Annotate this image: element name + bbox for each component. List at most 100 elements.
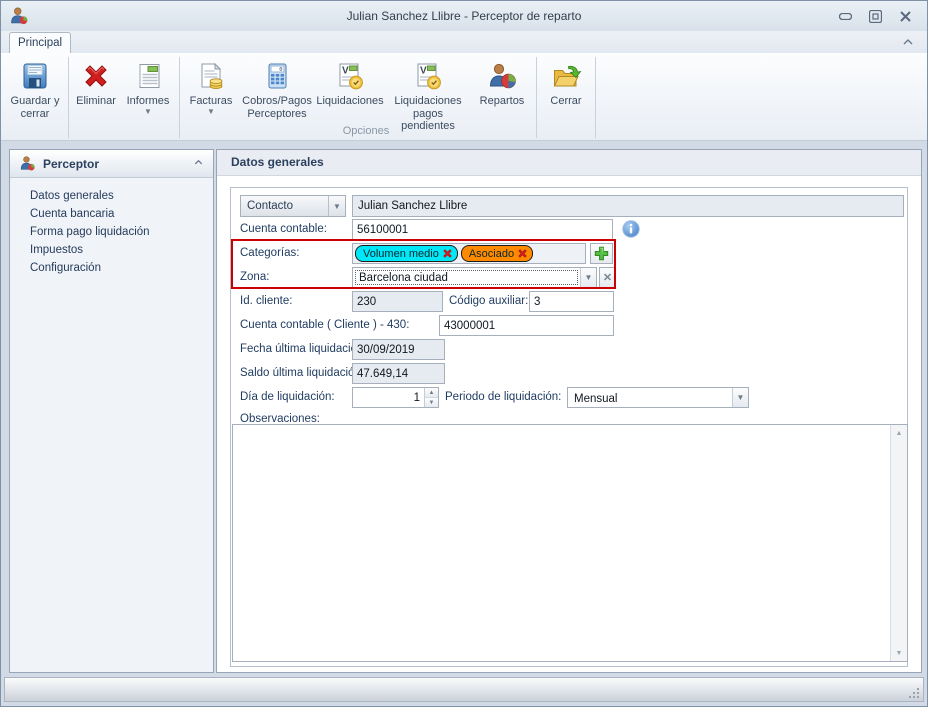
chevron-down-icon: ▼	[328, 196, 345, 216]
dia-liquidacion-spinner[interactable]: ▲ ▼	[352, 387, 439, 408]
remove-tag-icon[interactable]	[517, 248, 528, 259]
scroll-down-icon[interactable]: ▼	[891, 645, 907, 661]
sidebar-item-configuracion[interactable]: Configuración	[10, 259, 213, 277]
status-bar	[4, 677, 924, 702]
ribbon-group-divider	[68, 57, 69, 138]
collapse-chevron-icon[interactable]	[193, 157, 204, 171]
settlement-icon: V	[333, 59, 367, 93]
ribbon-button-label: Eliminar	[76, 95, 116, 108]
dropdown-arrow-icon: ▼	[144, 109, 152, 115]
codigo-auxiliar-input[interactable]	[529, 291, 614, 312]
ribbon-button-label: Repartos	[480, 95, 525, 108]
tag-asociado[interactable]: Asociado	[461, 245, 533, 262]
cuenta-contable-cliente-label: Cuenta contable ( Cliente ) - 430:	[240, 315, 409, 336]
zona-combobox[interactable]: Barcelona ciudad ▼	[352, 267, 597, 288]
plus-icon	[593, 245, 610, 262]
contacto-dropdown-button[interactable]: Contacto ▼	[240, 195, 346, 217]
sidebar-item-forma-pago-liquidacion[interactable]: Forma pago liquidación	[10, 223, 213, 241]
ribbon-button-label: Cobros/Pagos Perceptores	[239, 95, 315, 120]
reports-icon	[131, 59, 165, 93]
tab-principal[interactable]: Principal	[9, 32, 71, 53]
spin-down-icon[interactable]: ▼	[425, 397, 438, 407]
tag-label: Asociado	[469, 248, 514, 260]
ribbon-collapse-chevron-icon[interactable]	[901, 35, 915, 49]
periodo-liquidacion-combobox[interactable]: Mensual ▼	[567, 387, 749, 408]
observaciones-field: ▲ ▼	[232, 424, 908, 662]
codigo-auxiliar-label: Código auxiliar:	[449, 291, 528, 312]
contacto-button-label: Contacto	[241, 200, 328, 212]
sidebar-item-cuenta-bancaria[interactable]: Cuenta bancaria	[10, 205, 213, 223]
cuenta-contable-input[interactable]	[352, 219, 613, 240]
vertical-scrollbar[interactable]: ▲ ▼	[890, 425, 907, 661]
svg-text:0: 0	[279, 67, 282, 73]
ribbon-button-label: Informes	[127, 95, 170, 108]
tag-label: Volumen medio	[363, 248, 439, 260]
close-folder-icon	[549, 59, 583, 93]
window-title: Julian Sanchez Llibre - Perceptor de rep…	[1, 9, 927, 23]
periodo-liquidacion-value: Mensual	[570, 390, 730, 405]
remove-tag-icon[interactable]	[442, 248, 453, 259]
fecha-ultima-liquidacion-field	[352, 339, 445, 360]
ribbon-button-guardar-y-cerrar[interactable]: Guardar y cerrar	[5, 56, 65, 140]
calculator-icon: 0	[260, 59, 294, 93]
cuenta-contable-label: Cuenta contable:	[240, 219, 327, 240]
distribution-icon	[485, 59, 519, 93]
periodo-liquidacion-label: Periodo de liquidación:	[445, 387, 561, 408]
spin-up-icon[interactable]: ▲	[425, 388, 438, 397]
form-groupbox: Contacto ▼ Julian Sanchez Llibre Cuenta …	[230, 187, 908, 667]
info-icon[interactable]	[622, 220, 640, 238]
ribbon-button-informes[interactable]: Informes ▼	[120, 56, 176, 140]
sidebar-header[interactable]: Perceptor	[10, 150, 213, 178]
ribbon: Guardar y cerrar Eliminar Info	[1, 53, 927, 141]
zona-label: Zona:	[240, 267, 269, 288]
add-category-button[interactable]	[590, 243, 613, 264]
ribbon-group-label: Opciones	[185, 125, 547, 137]
page-title: Datos generales	[217, 150, 921, 176]
invoices-icon	[194, 59, 228, 93]
sidebar-item-datos-generales[interactable]: Datos generales	[10, 187, 213, 205]
chevron-down-icon[interactable]: ▼	[732, 388, 748, 407]
scroll-up-icon[interactable]: ▲	[891, 425, 907, 441]
ribbon-button-label: Guardar y cerrar	[5, 95, 65, 120]
maximize-button[interactable]	[867, 9, 883, 23]
zona-value: Barcelona ciudad	[355, 270, 578, 285]
fecha-ultima-liquidacion-label: Fecha última liquidación:	[240, 339, 367, 360]
sidebar-item-impuestos[interactable]: Impuestos	[10, 241, 213, 259]
settlement-pending-icon: V	[411, 59, 445, 93]
ribbon-group-divider	[595, 57, 596, 138]
ribbon-button-label: Liquidaciones	[316, 95, 383, 108]
chevron-down-icon[interactable]: ▼	[580, 268, 596, 287]
saldo-ultima-liquidacion-field	[352, 363, 445, 384]
delete-icon	[79, 59, 113, 93]
titlebar: Julian Sanchez Llibre - Perceptor de rep…	[1, 1, 927, 31]
contacto-value-field: Julian Sanchez Llibre	[352, 195, 904, 217]
tag-volumen-medio[interactable]: Volumen medio	[355, 245, 458, 262]
saldo-ultima-liquidacion-label: Saldo última liquidación:	[240, 363, 364, 384]
app-window: Julian Sanchez Llibre - Perceptor de rep…	[0, 0, 928, 707]
categorias-label: Categorías:	[240, 243, 299, 264]
id-cliente-label: Id. cliente:	[240, 291, 292, 312]
ribbon-tabstrip: Principal	[1, 31, 927, 53]
dia-liquidacion-label: Día de liquidación:	[240, 387, 335, 408]
resize-grip[interactable]	[908, 687, 920, 699]
ribbon-group-divider	[179, 57, 180, 138]
id-cliente-field	[352, 291, 443, 312]
categorias-tagfield[interactable]: Volumen medio Asociado	[352, 243, 586, 264]
clear-zona-button[interactable]: ✕	[599, 267, 616, 288]
minimize-button[interactable]	[837, 9, 853, 23]
svg-text:V: V	[420, 66, 427, 77]
close-button[interactable]	[897, 9, 913, 23]
ribbon-button-cerrar[interactable]: Cerrar	[540, 56, 592, 140]
ribbon-button-label: Cerrar	[550, 95, 581, 108]
ribbon-button-eliminar[interactable]: Eliminar	[72, 56, 120, 140]
cuenta-contable-cliente-input[interactable]	[439, 315, 614, 336]
main-panel: Datos generales Contacto ▼ Julian Sanche…	[216, 149, 922, 673]
perceptor-person-icon	[19, 155, 36, 172]
ribbon-button-label: Facturas	[190, 95, 233, 108]
dropdown-arrow-icon: ▼	[207, 109, 215, 115]
sidebar-perceptor: Perceptor Datos generales Cuenta bancari…	[9, 149, 214, 673]
dia-liquidacion-input[interactable]	[353, 388, 424, 407]
observaciones-textarea[interactable]	[233, 425, 891, 661]
svg-text:V: V	[342, 66, 349, 77]
save-icon	[18, 59, 52, 93]
